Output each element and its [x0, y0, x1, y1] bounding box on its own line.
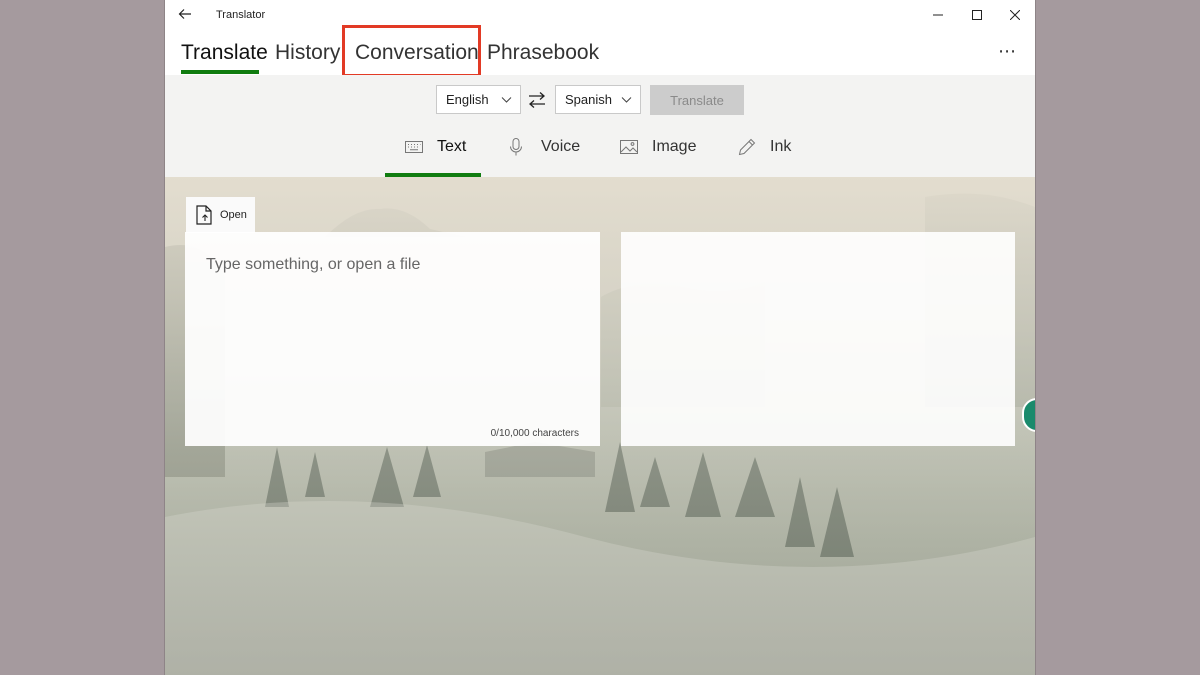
- keyboard-icon: [405, 138, 427, 156]
- close-button[interactable]: [995, 0, 1035, 30]
- more-options-icon[interactable]: ⋯: [998, 41, 1017, 62]
- main-navigation: Translate History Conversation Phraseboo…: [165, 25, 1035, 77]
- pen-icon: [738, 138, 760, 156]
- maximize-button[interactable]: [957, 0, 997, 30]
- minimize-icon: [933, 14, 943, 16]
- open-file-button[interactable]: Open: [186, 197, 255, 233]
- chevron-down-icon: [621, 97, 632, 103]
- source-placeholder: Type something, or open a file: [206, 256, 421, 273]
- swap-languages-icon[interactable]: [527, 91, 547, 109]
- image-icon: [620, 138, 642, 156]
- back-arrow-icon[interactable]: [177, 6, 193, 22]
- minimize-button[interactable]: [918, 0, 958, 30]
- open-file-icon: [196, 205, 212, 225]
- mode-tab-voice[interactable]: Voice: [509, 133, 580, 161]
- title-bar: Translator: [165, 0, 1035, 30]
- character-count: 0/10,000 characters: [490, 428, 579, 439]
- source-language-value: English: [446, 92, 489, 107]
- source-language-select[interactable]: English: [436, 85, 521, 114]
- target-language-value: Spanish: [565, 92, 612, 107]
- mode-label: Voice: [541, 138, 581, 155]
- active-tab-indicator: [181, 70, 259, 74]
- open-file-label: Open: [220, 209, 247, 221]
- translate-button[interactable]: Translate: [650, 85, 744, 115]
- window-title: Translator: [216, 9, 266, 21]
- mode-label: Text: [437, 138, 467, 155]
- mode-label: Image: [652, 138, 697, 155]
- source-text-input[interactable]: Type something, or open a file 0/10,000 …: [185, 232, 600, 446]
- mode-tab-image[interactable]: Image: [620, 133, 696, 161]
- mode-tab-ink[interactable]: Ink: [738, 133, 791, 161]
- tab-phrasebook[interactable]: Phrasebook: [487, 41, 599, 65]
- translation-toolbar: English Spanish Translate Text Voice Ima…: [165, 75, 1035, 177]
- tab-history[interactable]: History: [275, 41, 340, 65]
- target-language-select[interactable]: Spanish: [555, 85, 641, 114]
- translator-window: Translator Translate History Conversatio…: [165, 0, 1035, 675]
- close-icon: [1010, 10, 1020, 20]
- conversation-highlight-box: [342, 25, 481, 77]
- microphone-icon: [509, 138, 531, 156]
- chevron-down-icon: [501, 97, 512, 103]
- maximize-icon: [972, 10, 982, 20]
- mode-label: Ink: [770, 138, 792, 155]
- tab-translate[interactable]: Translate: [181, 41, 268, 65]
- translation-output: [621, 232, 1015, 446]
- mode-tab-text[interactable]: Text: [405, 133, 466, 161]
